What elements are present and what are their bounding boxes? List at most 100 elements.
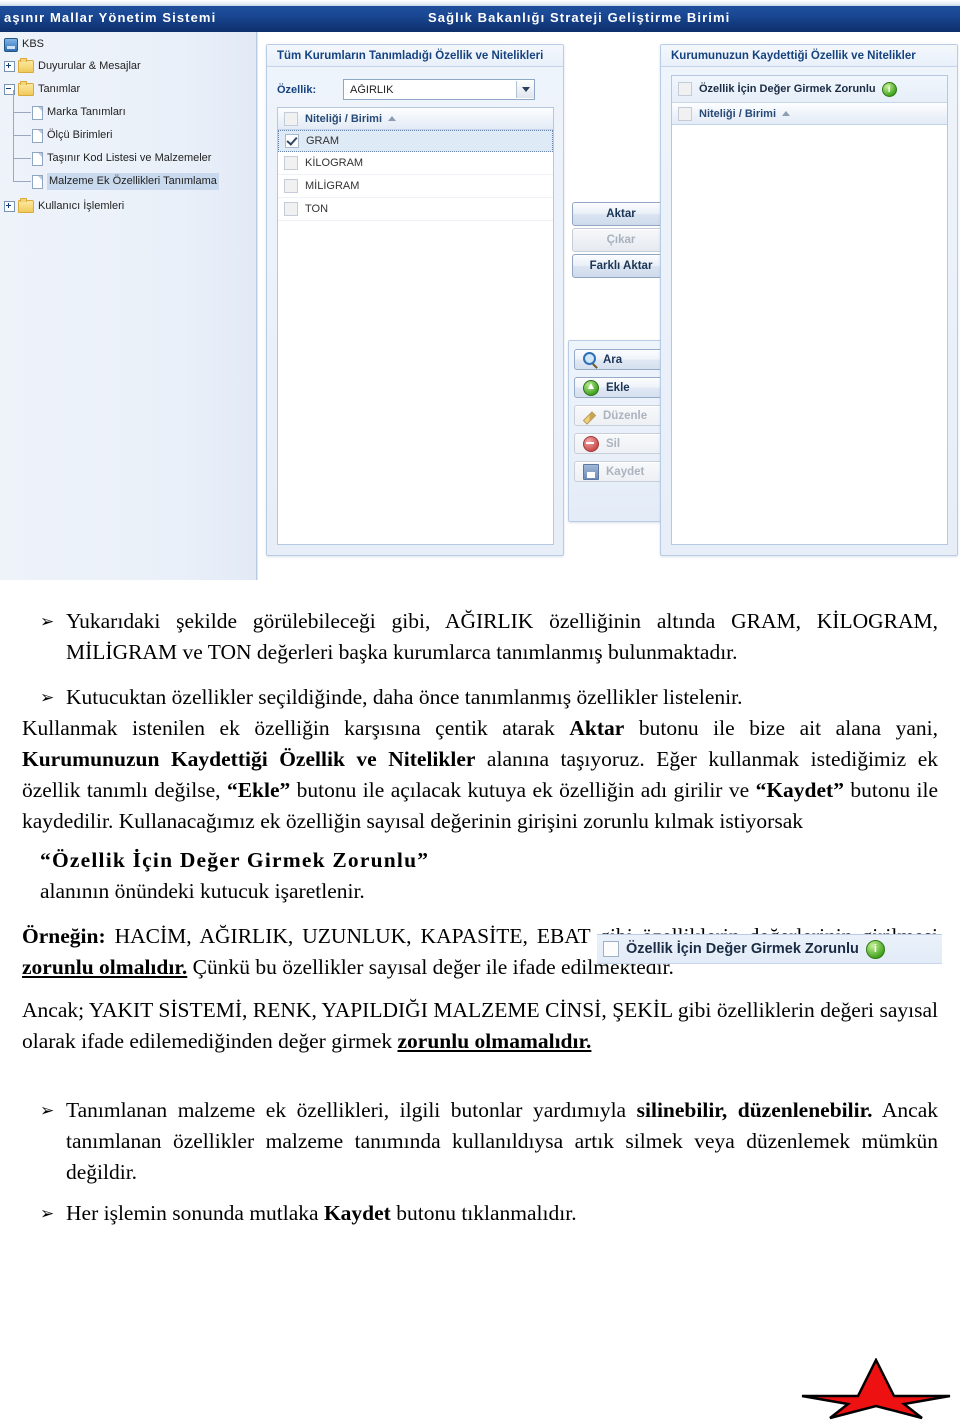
sidebar-item-tanimlar[interactable]: Tanımlar <box>4 81 80 98</box>
expand-icon[interactable] <box>4 201 15 212</box>
add-icon <box>583 379 599 396</box>
bullet-1-text: Yukarıdaki şekilde görülebileceği gibi, … <box>66 609 938 664</box>
sidebar-item-olcu-birimleri[interactable]: Ölçü Birimleri <box>32 127 112 144</box>
aktar-button[interactable]: Aktar <box>572 202 670 226</box>
left-panel-title: Tüm Kurumların Tanımladığı Özellik ve Ni… <box>267 45 563 67</box>
save-icon <box>583 463 599 480</box>
row-checkbox[interactable] <box>284 202 298 216</box>
grid-column-header: Niteliği / Birimi <box>305 112 383 125</box>
bullet-marker-icon: ➢ <box>40 688 55 708</box>
bullet-marker-icon: ➢ <box>40 1204 55 1224</box>
zorunlu-olmamalidir: zorunlu olmamalıdır. <box>397 1029 592 1053</box>
ozellik-field-row: Özellik: AĞIRLIK <box>277 79 535 100</box>
sort-ascending-icon[interactable] <box>782 111 791 116</box>
sidebar-item-tasinir-kod-listesi[interactable]: Taşınır Kod Listesi ve Malzemeler <box>32 150 211 167</box>
folder-icon <box>18 198 34 213</box>
app-title-center: Sağlık Bakanlığı Strateji Geliştirme Bir… <box>428 10 731 25</box>
document-icon <box>32 151 43 166</box>
sidebar-item-label: Taşınır Kod Listesi ve Malzemeler <box>47 152 212 164</box>
kbs-icon <box>4 37 18 52</box>
info-icon[interactable]: i <box>881 81 897 97</box>
chevron-down-icon[interactable] <box>516 81 534 98</box>
tree-root-label: KBS <box>22 38 45 50</box>
table-row[interactable]: KİLOGRAM <box>278 152 553 175</box>
available-properties-grid[interactable]: Niteliği / Birimi GRAM KİLOGRAM MİLİGRAM <box>277 107 554 545</box>
tree-connector <box>13 135 31 136</box>
sil-label: Sil <box>606 437 621 450</box>
ekle-bold: “Ekle” <box>226 778 291 802</box>
ekle-label: Ekle <box>606 381 630 394</box>
row-checkbox[interactable] <box>284 179 298 193</box>
search-icon <box>583 352 596 365</box>
folder-icon <box>18 81 34 96</box>
bullet-point-1: ➢ Yukarıdaki şekilde görülebileceği gibi… <box>0 606 960 668</box>
folder-icon <box>18 58 34 73</box>
sidebar-item-duyurular[interactable]: Duyurular & Mesajlar <box>4 58 141 75</box>
bullet-3a: Tanımlanan malzeme ek özellikleri, ilgil… <box>66 1098 637 1122</box>
document-icon <box>32 105 43 120</box>
ozellik-label: Özellik: <box>277 83 317 96</box>
document-icon <box>32 128 43 143</box>
row-checkbox[interactable] <box>285 134 299 148</box>
navigation-tree-panel: KBS Duyurular & Mesajlar Tanımlar Marka … <box>0 32 261 580</box>
farkli-aktar-button[interactable]: Farklı Aktar <box>572 254 670 278</box>
grid-header-row: Niteliği / Birimi <box>278 108 553 130</box>
cikar-button: Çıkar <box>572 228 670 252</box>
paragraph-2: Kullanmak istenilen ek özelliğin karşısı… <box>0 713 960 837</box>
document-text-body: ➢ Yukarıdaki şekilde görülebileceği gibi… <box>0 580 960 1424</box>
tree-connector <box>13 112 31 113</box>
bullet-point-2: ➢ Kutucuktan özellikler seçildiğinde, da… <box>0 682 960 713</box>
duzenle-label: Düzenle <box>603 409 648 422</box>
row-label: TON <box>305 203 329 215</box>
inline-screenshot-snippet: Özellik İçin Değer Girmek Zorunlu i <box>597 934 942 964</box>
ozellik-zorunlu-bold: “Özellik İçin Değer Girmek Zorunlu” <box>40 848 430 872</box>
mandatory-label: Özellik İçin Değer Girmek Zorunlu <box>699 83 876 95</box>
sidebar-item-kullanici-islemleri[interactable]: Kullanıcı İşlemleri <box>4 198 124 215</box>
sidebar-item-label: Malzeme Ek Özellikleri Tanımlama <box>47 173 219 190</box>
ornegin-bold: Örneğin: <box>22 924 106 948</box>
app-title-left: aşınır Mallar Yönetim Sistemi <box>4 10 217 25</box>
row-label: KİLOGRAM <box>305 157 364 169</box>
table-row[interactable]: TON <box>278 198 553 221</box>
bullet-point-3: ➢ Tanımlanan malzeme ek özellikleri, ilg… <box>0 1095 960 1188</box>
bullet-2-lead-text: Kutucuktan özellikler seçildiğinde, daha… <box>66 685 743 709</box>
tree-connector <box>13 181 31 182</box>
star-icon <box>801 1357 951 1420</box>
sidebar-item-marka-tanimlari[interactable]: Marka Tanımları <box>32 104 126 121</box>
right-panel-title: Kurumunuzun Kaydettiği Özellik ve Niteli… <box>661 45 957 67</box>
mandatory-checkbox[interactable] <box>678 82 692 96</box>
sort-ascending-icon[interactable] <box>388 116 397 121</box>
select-all-checkbox[interactable] <box>678 106 692 121</box>
saved-properties-grid[interactable]: Özellik İçin Değer Girmek Zorunlu i Nite… <box>671 75 948 545</box>
table-row[interactable]: GRAM <box>278 130 553 152</box>
action-button-group: Ara Ekle Düzenle Sil Kaydet <box>568 340 678 522</box>
ozellik-selected-value: AĞIRLIK <box>350 83 394 96</box>
red-star-decoration <box>800 1357 952 1420</box>
all-institutions-panel: Tüm Kurumların Tanımladığı Özellik ve Ni… <box>266 44 564 556</box>
table-row[interactable]: MİLİGRAM <box>278 175 553 198</box>
select-all-checkbox[interactable] <box>284 111 298 126</box>
grid-header-row: Niteliği / Birimi <box>672 103 947 125</box>
kaydet-label: Kaydet <box>606 465 645 478</box>
info-icon: i <box>865 939 885 959</box>
para-2b: butonu ile bize ait alana yani, <box>624 716 938 740</box>
sidebar-item-label: Kullanıcı İşlemleri <box>38 200 125 212</box>
tree-connector <box>13 90 14 182</box>
tree-root-kbs[interactable]: KBS <box>4 36 44 53</box>
ozellik-select[interactable]: AĞIRLIK <box>343 79 535 100</box>
ara-label: Ara <box>603 353 623 366</box>
application-title-bar: aşınır Mallar Yönetim Sistemi Sağlık Bak… <box>0 6 960 33</box>
sidebar-item-label: Duyurular & Mesajlar <box>38 60 141 72</box>
kurumunuzun-bold: Kurumunuzun Kaydettiği Özellik ve Niteli… <box>22 747 476 771</box>
mandatory-value-row[interactable]: Özellik İçin Değer Girmek Zorunlu i <box>672 76 947 103</box>
sidebar-item-label: Marka Tanımları <box>47 106 126 118</box>
kaydet-bold: “Kaydet” <box>755 778 844 802</box>
expand-icon[interactable] <box>4 61 15 72</box>
aktar-bold: Aktar <box>569 716 625 740</box>
application-body: KBS Duyurular & Mesajlar Tanımlar Marka … <box>0 32 960 580</box>
para-2d: butonu ile açılacak kutuya ek özelliğin … <box>290 778 756 802</box>
sidebar-item-malzeme-ek-ozellikleri[interactable]: Malzeme Ek Özellikleri Tanımlama <box>32 173 219 190</box>
document-icon <box>32 174 43 189</box>
grid-column-header: Niteliği / Birimi <box>699 107 777 120</box>
row-checkbox[interactable] <box>284 156 298 170</box>
